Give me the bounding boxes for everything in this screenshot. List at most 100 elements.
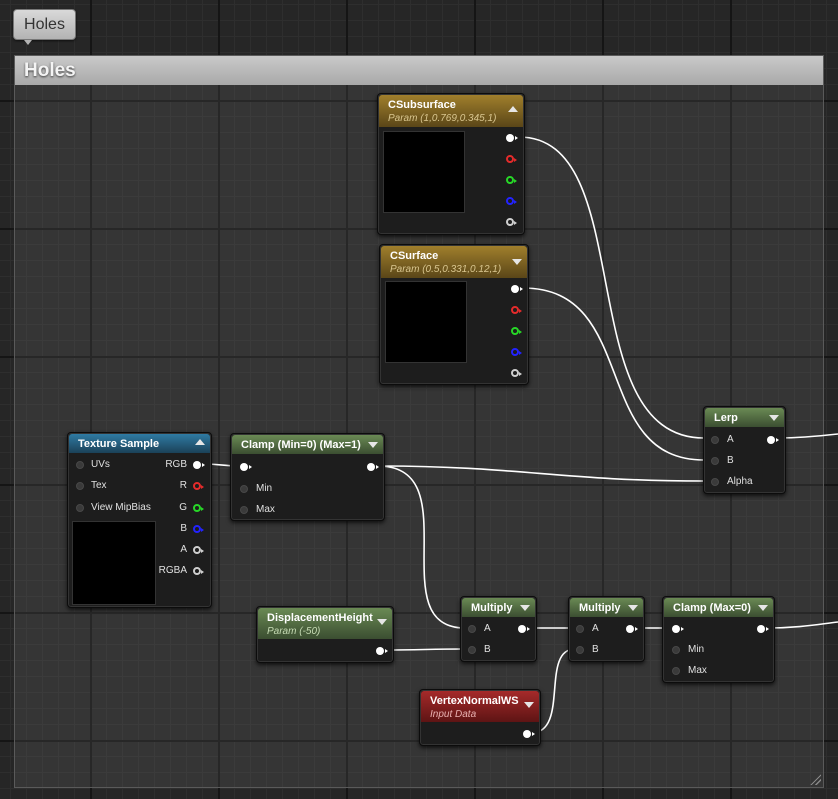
node-multiply-1[interactable]: Multiply A B xyxy=(460,596,537,662)
wire-csubsurface-to-lerp-a[interactable] xyxy=(518,136,705,439)
output-pin-g[interactable] xyxy=(511,327,522,335)
input-pin-value[interactable] xyxy=(672,625,684,633)
wire-clamp-to-multiply-a[interactable] xyxy=(377,465,466,629)
node-subtitle: Input Data xyxy=(430,709,477,720)
input-pin-alpha[interactable] xyxy=(711,478,719,486)
input-label-a: A xyxy=(484,623,491,634)
input-pin-value[interactable] xyxy=(240,463,252,471)
output-pin-a[interactable] xyxy=(506,218,517,226)
input-pin-a[interactable] xyxy=(468,625,476,633)
color-preview xyxy=(383,131,465,213)
collapse-arrow-icon[interactable] xyxy=(508,106,518,112)
input-label-b: B xyxy=(592,644,599,655)
node-title: CSubsurface xyxy=(388,99,456,111)
output-label-b: B xyxy=(180,523,187,534)
node-subtitle: Param (1,0.769,0.345,1) xyxy=(388,113,497,124)
input-label-uvs: UVs xyxy=(91,459,110,470)
collapse-arrow-icon[interactable] xyxy=(758,605,768,611)
input-label-view-mipbias: View MipBias xyxy=(91,502,151,513)
input-pin-max[interactable] xyxy=(240,506,248,514)
input-label-alpha: Alpha xyxy=(727,476,753,487)
output-pin-rgba[interactable] xyxy=(193,567,204,575)
output-pin[interactable] xyxy=(367,463,379,471)
input-label-b: B xyxy=(727,455,734,466)
input-pin-a[interactable] xyxy=(711,436,719,444)
wire-displacement-to-multiply-b[interactable] xyxy=(384,648,466,651)
output-label-g: G xyxy=(179,502,187,513)
collapse-arrow-icon[interactable] xyxy=(769,415,779,421)
input-pin-b[interactable] xyxy=(468,646,476,654)
input-pin-min[interactable] xyxy=(240,485,248,493)
output-pin-b[interactable] xyxy=(511,348,522,356)
output-pin-r[interactable] xyxy=(193,482,204,490)
collapse-arrow-icon[interactable] xyxy=(524,702,534,708)
output-pin[interactable] xyxy=(518,625,530,633)
node-title: Clamp (Min=0) (Max=1) xyxy=(241,439,361,451)
input-pin-b[interactable] xyxy=(711,457,719,465)
input-pin-view-mipbias[interactable] xyxy=(76,504,84,512)
node-clamp-min0-max1[interactable]: Clamp (Min=0) (Max=1) Min Max xyxy=(230,433,385,521)
input-label-tex: Tex xyxy=(91,480,107,491)
input-pin-max[interactable] xyxy=(672,667,680,675)
output-pin[interactable] xyxy=(757,625,769,633)
output-pin-r[interactable] xyxy=(511,306,522,314)
output-pin-rgb[interactable] xyxy=(506,134,518,142)
node-vertex-normal-ws[interactable]: VertexNormalWS Input Data xyxy=(419,689,541,746)
collapse-arrow-icon[interactable] xyxy=(512,259,522,265)
node-title: Lerp xyxy=(714,412,738,424)
output-pin-b[interactable] xyxy=(193,525,204,533)
input-label-a: A xyxy=(592,623,599,634)
input-label-b: B xyxy=(484,644,491,655)
output-pin-a[interactable] xyxy=(193,546,204,554)
collapse-arrow-icon[interactable] xyxy=(520,605,530,611)
wire-lerp-out[interactable] xyxy=(778,433,838,439)
node-subtitle: Param (-50) xyxy=(267,626,321,637)
node-title: Multiply xyxy=(471,602,513,614)
output-pin-g[interactable] xyxy=(506,176,517,184)
output-pin[interactable] xyxy=(523,730,535,738)
input-label-min: Min xyxy=(256,483,273,494)
input-pin-a[interactable] xyxy=(576,625,584,633)
wire-clamp2-out[interactable] xyxy=(766,621,838,629)
output-pin[interactable] xyxy=(376,647,388,655)
output-pin-g[interactable] xyxy=(193,504,204,512)
output-pin-rgb[interactable] xyxy=(511,285,523,293)
collapse-arrow-icon[interactable] xyxy=(628,605,638,611)
node-subtitle: Param (0.5,0.331,0.12,1) xyxy=(390,264,502,275)
wire-clamp-to-lerp-alpha[interactable] xyxy=(377,465,705,482)
input-label-min: Min xyxy=(688,644,705,655)
input-pin-b[interactable] xyxy=(576,646,584,654)
output-pin-a[interactable] xyxy=(511,369,522,377)
texture-preview xyxy=(72,521,156,605)
node-clamp-max0[interactable]: Clamp (Max=0) Min Max xyxy=(662,596,775,683)
node-csubsurface[interactable]: CSubsurface Param (1,0.769,0.345,1) xyxy=(377,93,525,235)
output-pin[interactable] xyxy=(626,625,638,633)
output-label-a: A xyxy=(180,544,187,555)
node-lerp[interactable]: Lerp A B Alpha xyxy=(703,406,786,494)
node-title: DisplacementHeight xyxy=(267,612,373,624)
input-pin-uvs[interactable] xyxy=(76,461,84,469)
output-pin-r[interactable] xyxy=(506,155,517,163)
input-label-a: A xyxy=(727,434,734,445)
node-csurface[interactable]: CSurface Param (0.5,0.331,0.12,1) xyxy=(379,244,529,385)
collapse-arrow-icon[interactable] xyxy=(377,619,387,625)
node-title: CSurface xyxy=(390,250,439,262)
collapse-arrow-icon[interactable] xyxy=(368,442,378,448)
input-pin-min[interactable] xyxy=(672,646,680,654)
wire-csurface-to-lerp-b[interactable] xyxy=(522,287,705,461)
output-label-rgb: RGB xyxy=(165,459,187,470)
output-pin-b[interactable] xyxy=(506,197,517,205)
node-texture-sample[interactable]: Texture Sample UVs Tex View MipBias RGB … xyxy=(67,432,212,608)
input-pin-tex[interactable] xyxy=(76,482,84,490)
output-pin-rgb[interactable] xyxy=(193,461,205,469)
output-label-r: R xyxy=(179,480,187,491)
node-title: VertexNormalWS xyxy=(430,695,519,707)
input-label-max: Max xyxy=(688,665,707,676)
color-preview xyxy=(385,281,467,363)
input-label-max: Max xyxy=(256,504,275,515)
node-displacement-height[interactable]: DisplacementHeight Param (-50) xyxy=(256,606,394,663)
output-pin[interactable] xyxy=(767,436,779,444)
collapse-arrow-icon[interactable] xyxy=(195,439,205,445)
node-multiply-2[interactable]: Multiply A B xyxy=(568,596,645,662)
node-title: Clamp (Max=0) xyxy=(673,602,751,614)
